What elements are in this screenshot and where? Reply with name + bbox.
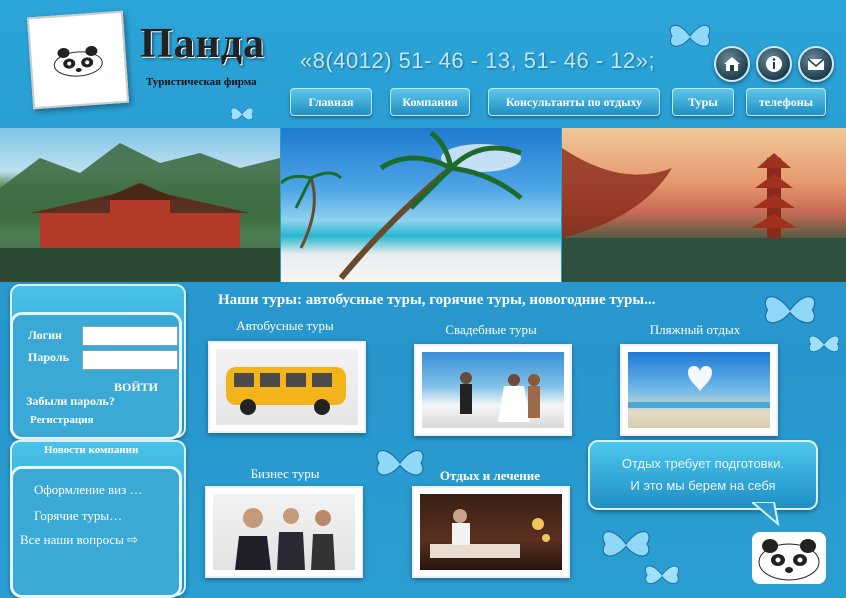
nav-home[interactable]: Главная bbox=[290, 88, 372, 116]
tours-heading: Наши туры: автобусные туры, горячие туры… bbox=[218, 292, 656, 308]
brand-subtitle: Туристическая фирма bbox=[146, 76, 257, 88]
panda-mascot bbox=[752, 532, 826, 584]
butterfly-icon bbox=[808, 335, 840, 352]
forgot-password-link[interactable]: Забыли пароль? bbox=[26, 394, 115, 409]
banner-temple-image bbox=[0, 128, 280, 282]
tour-thumb-business[interactable] bbox=[205, 486, 363, 578]
beach-illustration bbox=[628, 366, 770, 408]
slogan-bubble: Отдых требует подготовки. И это мы берем… bbox=[588, 440, 818, 510]
mail-icon bbox=[807, 58, 825, 70]
nav-phones[interactable]: телефоны bbox=[746, 88, 826, 116]
nav-tours[interactable]: Туры bbox=[672, 88, 734, 116]
mail-button[interactable] bbox=[798, 46, 834, 82]
tour-caption-wedding: Свадебные туры bbox=[445, 322, 537, 337]
password-label: Пароль bbox=[28, 350, 69, 364]
bus-illustration bbox=[226, 367, 346, 415]
tour-caption-wellness: Отдых и лечение bbox=[439, 468, 541, 483]
panda-logo-icon bbox=[53, 46, 103, 77]
login-input[interactable] bbox=[82, 326, 178, 346]
home-button[interactable] bbox=[714, 46, 750, 82]
palm-beach-illustration bbox=[279, 130, 523, 280]
slogan-line-1: Отдых требует подготовки. bbox=[621, 456, 785, 471]
phone-number: «8(4012) 51- 46 - 13, 51- 46 - 12»; bbox=[300, 48, 656, 73]
tour-caption-beach: Пляжный отдых bbox=[649, 322, 741, 337]
tour-thumb-wellness[interactable] bbox=[412, 486, 570, 578]
info-button[interactable] bbox=[756, 46, 792, 82]
news-item-visas[interactable]: Оформление виз … bbox=[34, 482, 143, 498]
news-item-hot-tours[interactable]: Горячие туры… bbox=[34, 508, 122, 524]
nav-company[interactable]: Компания bbox=[390, 88, 470, 116]
tour-thumb-beach[interactable] bbox=[620, 344, 778, 436]
tour-caption-business: Бизнес туры bbox=[250, 466, 320, 481]
news-title: Новости компании bbox=[44, 444, 139, 456]
tour-caption-bus: Автобусные туры bbox=[236, 318, 334, 333]
pagoda-illustration bbox=[562, 148, 846, 282]
login-submit-button[interactable]: ВОЙТИ bbox=[114, 380, 158, 395]
temple-illustration bbox=[0, 143, 280, 282]
panda-mascot-icon bbox=[758, 539, 820, 581]
tour-thumb-wedding[interactable] bbox=[414, 344, 572, 436]
butterfly-icon bbox=[376, 450, 424, 476]
home-icon bbox=[724, 57, 740, 71]
nav-consultants[interactable]: Консультанты по отдыху bbox=[488, 88, 660, 116]
butterfly-icon bbox=[764, 296, 816, 324]
tour-thumb-bus[interactable] bbox=[208, 341, 366, 433]
info-icon bbox=[766, 56, 782, 72]
logo-card[interactable] bbox=[26, 10, 130, 110]
register-link[interactable]: Регистрация bbox=[30, 414, 93, 426]
password-input[interactable] bbox=[82, 350, 178, 370]
butterfly-icon bbox=[230, 107, 254, 120]
news-item-questions[interactable]: Все наши вопросы ⇨ bbox=[20, 532, 138, 548]
brand-name: Панда bbox=[140, 21, 266, 67]
wedding-illustration bbox=[460, 372, 540, 422]
business-illustration bbox=[235, 508, 335, 570]
banner-pagoda-image bbox=[562, 128, 846, 282]
bubble-tail bbox=[752, 502, 780, 526]
slogan-line-2: И это мы берем на себя bbox=[630, 478, 776, 493]
login-label: Логин bbox=[28, 328, 62, 342]
butterfly-icon bbox=[669, 24, 711, 47]
banner-beach-image bbox=[279, 128, 561, 282]
butterfly-icon bbox=[645, 565, 679, 584]
spa-illustration bbox=[430, 509, 550, 558]
